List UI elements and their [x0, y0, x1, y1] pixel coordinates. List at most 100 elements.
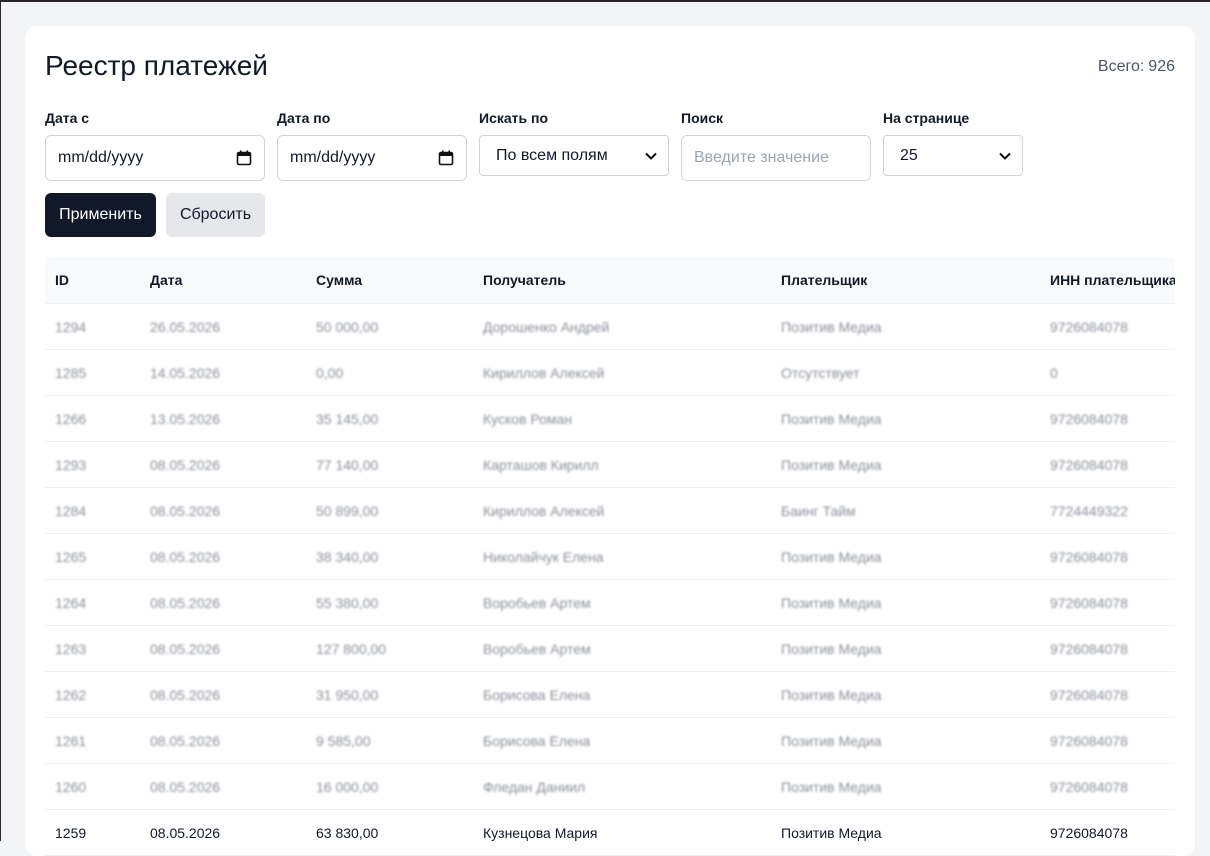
table-row[interactable]: 1266 13.05.2026 35 145,00 Кусков Роман Позит… [45, 395, 1175, 442]
cell-id: 1293 [45, 441, 140, 488]
total-count: Всего: 926 [1098, 58, 1175, 76]
cell-amount: 0,00 [306, 349, 473, 396]
column-header-amount[interactable]: Сумма [306, 257, 473, 304]
date-to-input[interactable]: mm/dd/yyyy [277, 135, 467, 181]
cell-date: 08.05.2026 [140, 717, 306, 764]
payments-registry-card: Реестр платежей Всего: 926 Дата с mm/dd/y… [25, 26, 1195, 856]
cell-date: 08.05.2026 [140, 625, 306, 672]
table-row[interactable]: 1294 26.05.2026 50 000,00 Дорошенко Андрей П… [45, 303, 1175, 350]
cell-payer: Позитив Медиа [771, 671, 1040, 718]
cell-id: 1264 [45, 579, 140, 626]
cell-date: 08.05.2026 [140, 441, 306, 488]
cell-recipient: Карташов Кирилл [473, 441, 771, 488]
cell-payer-inn: 7724449322 [1040, 487, 1175, 534]
search-by-field: Искать по По всем полям [479, 110, 669, 176]
cell-payer-inn: 9726084078 [1040, 717, 1175, 764]
cell-id: 1284 [45, 487, 140, 534]
cell-recipient: Кириллов Алексей [473, 487, 771, 534]
column-header-recipient[interactable]: Получатель [473, 257, 771, 304]
cell-recipient: Дорошенко Андрей [473, 303, 771, 350]
table-row[interactable]: 1262 08.05.2026 31 950,00 Борисова Елена Поз… [45, 671, 1175, 718]
search-field: Поиск Введите значение [681, 110, 871, 181]
cell-date: 08.05.2026 [140, 487, 306, 534]
search-by-label: Искать по [479, 110, 549, 126]
table-row[interactable]: 1284 08.05.2026 50 899,00 Кириллов Алексей Б… [45, 487, 1175, 534]
cell-id: 1263 [45, 625, 140, 672]
per-page-label: На странице [883, 110, 970, 126]
table-row[interactable]: 1260 08.05.2026 16 000,00 Фледан Даниил Пози… [45, 763, 1175, 810]
cell-recipient: Кириллов Алексей [473, 349, 771, 396]
per-page-value: 25 [900, 146, 918, 164]
column-header-payer[interactable]: Плательщик [771, 257, 1040, 304]
cell-amount: 38 340,00 [306, 533, 473, 580]
search-placeholder: Введите значение [694, 149, 829, 166]
cell-id: 1266 [45, 395, 140, 442]
cell-payer: Позитив Медиа [771, 717, 1040, 764]
cell-payer-inn: 0 [1040, 349, 1175, 396]
cell-id: 1259 [45, 809, 140, 856]
search-by-select[interactable]: По всем полям [479, 135, 669, 176]
column-header-payer-inn[interactable]: ИНН плательщика [1040, 257, 1175, 304]
cell-payer-inn: 9726084078 [1040, 625, 1175, 672]
reset-button[interactable]: Сбросить [166, 193, 265, 237]
date-to-label: Дата по [277, 110, 331, 126]
apply-button[interactable]: Применить [45, 193, 156, 237]
cell-payer-inn: 9726084078 [1040, 671, 1175, 718]
search-label: Поиск [681, 110, 724, 126]
table-row[interactable]: 1261 08.05.2026 9 585,00 Борисова Елена Пози… [45, 717, 1175, 764]
chevron-down-icon [999, 152, 1011, 160]
table-row[interactable]: 1259 08.05.2026 63 830,00 Кузнецова Мария По… [45, 809, 1175, 856]
table-row[interactable]: 1263 08.05.2026 127 800,00 Воробьев Артем По… [45, 625, 1175, 672]
cell-date: 08.05.2026 [140, 671, 306, 718]
table-row[interactable]: 1264 08.05.2026 55 380,00 Воробьев Артем Поз… [45, 579, 1175, 626]
cell-id: 1261 [45, 717, 140, 764]
cell-recipient: Кузнецова Мария [473, 809, 771, 856]
cell-payer: Баинг Тайм [771, 487, 1040, 534]
cell-payer: Позитив Медиа [771, 533, 1040, 580]
cell-amount: 63 830,00 [306, 809, 473, 856]
cell-date: 14.05.2026 [140, 349, 306, 396]
cell-amount: 127 800,00 [306, 625, 473, 672]
cell-recipient: Борисова Елена [473, 671, 771, 718]
cell-id: 1262 [45, 671, 140, 718]
cell-date: 08.05.2026 [140, 579, 306, 626]
cell-amount: 9 585,00 [306, 717, 473, 764]
cell-payer-inn: 9726084078 [1040, 441, 1175, 488]
cell-payer: Позитив Медиа [771, 395, 1040, 442]
cell-recipient: Воробьев Артем [473, 625, 771, 672]
cell-payer: Позитив Медиа [771, 579, 1040, 626]
cell-recipient: Николайчук Елена [473, 533, 771, 580]
cell-amount: 50 000,00 [306, 303, 473, 350]
table-row[interactable]: 1265 08.05.2026 38 340,00 Николайчук Елена П… [45, 533, 1175, 580]
chevron-down-icon [645, 152, 657, 160]
cell-payer: Отсутствует [771, 349, 1040, 396]
search-input[interactable]: Введите значение [681, 135, 871, 181]
per-page-field: На странице 25 [883, 110, 1023, 176]
cell-payer-inn: 9726084078 [1040, 303, 1175, 350]
cell-date: 26.05.2026 [140, 303, 306, 350]
cell-id: 1285 [45, 349, 140, 396]
search-by-value: По всем полям [496, 146, 608, 164]
payments-table-container[interactable]: ID Дата Сумма Получатель Плательщик ИНН … [45, 257, 1175, 856]
cell-date: 08.05.2026 [140, 809, 306, 856]
date-from-placeholder: mm/dd/yyyy [58, 149, 144, 166]
cell-payer: Позитив Медиа [771, 303, 1040, 350]
table-row[interactable]: 1285 14.05.2026 0,00 Кириллов Алексей Отсутс… [45, 349, 1175, 396]
date-from-input[interactable]: mm/dd/yyyy [45, 135, 265, 181]
table-header-row: ID Дата Сумма Получатель Плательщик ИНН … [45, 257, 1175, 304]
total-label: Всего: [1097, 58, 1145, 75]
cell-payer: Позитив Медиа [771, 625, 1040, 672]
cell-amount: 16 000,00 [306, 763, 473, 810]
cell-amount: 77 140,00 [306, 441, 473, 488]
column-header-date[interactable]: Дата [140, 257, 306, 304]
table-row[interactable]: 1293 08.05.2026 77 140,00 Карташов Кирилл По… [45, 441, 1175, 488]
per-page-select[interactable]: 25 [883, 135, 1023, 176]
date-to-placeholder: mm/dd/yyyy [290, 149, 376, 166]
cell-date: 13.05.2026 [140, 395, 306, 442]
cell-payer: Позитив Медиа [771, 763, 1040, 810]
column-header-id[interactable]: ID [45, 257, 140, 304]
calendar-icon[interactable] [236, 150, 252, 166]
cell-payer: Позитив Медиа [771, 441, 1040, 488]
calendar-icon[interactable] [438, 150, 454, 166]
cell-payer: Позитив Медиа [771, 809, 1040, 856]
